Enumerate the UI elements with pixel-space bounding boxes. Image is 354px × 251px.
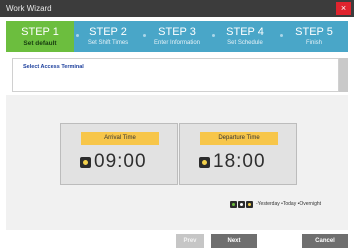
step-5-number: STEP 5	[295, 26, 333, 38]
step-4-label: Set Schedule	[227, 40, 263, 46]
departure-time-value[interactable]: 18:00	[213, 151, 266, 173]
step-5-tab[interactable]: STEP 5 Finish	[280, 21, 348, 52]
sun-icon[interactable]	[199, 157, 210, 168]
next-button[interactable]: Next	[211, 234, 257, 248]
step-4-tab[interactable]: STEP 4 Set Schedule	[211, 21, 279, 52]
step-3-number: STEP 3	[158, 26, 196, 38]
arrival-time-panel: Arrival Time 09:00	[60, 123, 178, 185]
step-1-number: STEP 1	[21, 26, 59, 38]
overnight-icon	[246, 200, 253, 208]
access-terminal-box: Select Access Terminal	[12, 58, 339, 92]
step-3-label: Enter Information	[153, 40, 201, 46]
step-2-number: STEP 2	[89, 26, 127, 38]
departure-time-label: Departure Time	[200, 132, 278, 145]
step-2-label: Set Shift Times	[87, 40, 129, 46]
step-5-label: Finish	[305, 40, 322, 46]
info-scrollbar[interactable]	[339, 58, 348, 92]
arrival-time-label: Arrival Time	[81, 132, 159, 145]
close-button[interactable]: ×	[336, 2, 351, 15]
today-icon	[238, 200, 245, 208]
arrival-time-value[interactable]: 09:00	[94, 151, 147, 173]
sun-icon-dot	[83, 160, 88, 165]
sun-icon-dot	[202, 160, 207, 165]
window-title: Work Wizard	[6, 4, 52, 13]
time-settings-area: Arrival Time 09:00 Departure Time 18:00	[6, 95, 348, 230]
legend-text: -Yesterday •Today •Overnight	[256, 201, 322, 207]
sun-icon[interactable]	[80, 157, 91, 168]
prev-button[interactable]: Prev	[176, 234, 204, 248]
step-1-label: Set default	[23, 40, 57, 47]
step-1-tab[interactable]: STEP 1 Set default	[6, 21, 74, 52]
window-titlebar: Work Wizard ×	[0, 0, 354, 17]
yesterday-icon	[230, 200, 237, 208]
departure-time-panel: Departure Time 18:00	[179, 123, 297, 185]
step-4-number: STEP 4	[226, 26, 264, 38]
select-access-terminal-link[interactable]: Select Access Terminal	[23, 64, 84, 70]
step-2-tab[interactable]: STEP 2 Set Shift Times	[74, 21, 142, 52]
wizard-steps-bar: STEP 1 Set default STEP 2 Set Shift Time…	[6, 21, 348, 52]
cancel-button[interactable]: Cancel	[302, 234, 348, 248]
day-legend: -Yesterday •Today •Overnight	[230, 200, 321, 208]
step-3-tab[interactable]: STEP 3 Enter Information	[143, 21, 211, 52]
